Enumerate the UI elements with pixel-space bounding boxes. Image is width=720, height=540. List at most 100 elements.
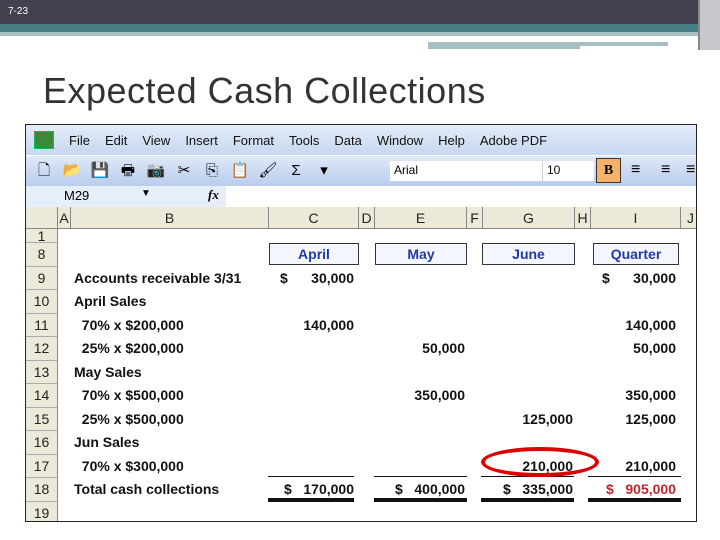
decor-bar [0,32,428,36]
menu-file[interactable]: File [69,133,90,148]
cell-april: 140,000 [303,316,354,333]
cell-april: $ 170,000 [283,481,354,497]
slide-title: Expected Cash Collections [43,70,486,111]
save-icon[interactable]: 💾 [90,162,110,180]
decor-edge [698,0,720,50]
cell-april: $ 30,000 [280,269,354,286]
cell-june: $ 335,000 [502,481,573,497]
column-header-h[interactable]: H [575,207,591,229]
row-label: 25% x $500,000 [74,410,184,427]
name-box[interactable]: M29 [26,186,226,207]
cell-quarter: 125,000 [625,410,676,427]
menu-edit[interactable]: Edit [105,133,127,148]
double-underline [588,498,681,502]
row-header[interactable]: 18 [26,478,58,502]
column-header-j[interactable]: J [681,207,696,229]
chevron-down-icon[interactable]: ▼ [141,188,151,199]
column-header-e[interactable]: E [375,207,467,229]
cell-may: $ 400,000 [394,481,465,497]
align-center-icon[interactable]: ≡ [661,161,670,179]
cell-quarter: 140,000 [625,316,676,333]
underline [268,476,354,477]
highlight-oval [481,447,599,477]
row-label: 70% x $300,000 [74,457,184,474]
chevron-down-icon[interactable]: ▾ [314,162,334,180]
row-header[interactable]: 12 [26,337,58,361]
cell-quarter: $ 905,000 [605,481,676,497]
menu-view[interactable]: View [142,133,170,148]
header-quarter: Quarter [593,243,679,265]
cell-quarter: 50,000 [633,340,676,356]
row-header[interactable]: 13 [26,360,58,384]
row-header[interactable]: 1 [26,229,58,243]
menu-adobe-pdf[interactable]: Adobe PDF [480,133,547,148]
new-icon[interactable]: 🗋 [34,162,54,180]
menu-window[interactable]: Window [377,133,423,148]
cell-june: 125,000 [522,410,573,427]
column-header-d[interactable]: D [359,207,375,229]
format-painter-icon[interactable]: 🖌 [258,162,278,180]
select-all[interactable] [26,207,58,229]
row-label: April Sales [74,293,147,309]
cut-icon[interactable]: ✂ [174,162,194,180]
row-header[interactable]: 11 [26,313,58,337]
menu-data[interactable]: Data [334,133,361,148]
paste-icon[interactable]: 📋 [230,162,250,180]
column-header-g[interactable]: G [483,207,575,229]
row-header[interactable]: 16 [26,431,58,455]
autosum-icon[interactable]: Σ [286,162,306,180]
row-header[interactable]: 8 [26,243,58,267]
underline [374,476,467,477]
decor-bar [0,24,720,32]
excel-screenshot: File Edit View Insert Format Tools Data … [25,124,697,522]
header-april: April [269,243,359,265]
cell-may: 50,000 [422,340,465,356]
column-header-b[interactable]: B [71,207,269,229]
slide-header-bar: 7-23 [0,0,720,24]
cell-quarter: 210,000 [625,457,676,474]
row-label: 70% x $200,000 [74,316,184,333]
bold-button[interactable]: B [596,158,621,183]
excel-icon [34,131,54,149]
row-label: Total cash collections [74,481,220,497]
row-header[interactable]: 17 [26,454,58,478]
menu-help[interactable]: Help [438,133,465,148]
row-label: 25% x $200,000 [74,340,184,356]
row-label: Accounts receivable 3/31 [74,269,242,286]
cell-quarter: $ 30,000 [602,269,676,286]
row-label: 70% x $500,000 [74,387,184,403]
column-header-a[interactable]: A [58,207,71,229]
cell-quarter: 350,000 [625,387,676,403]
header-may: May [375,243,467,265]
row-header[interactable]: 14 [26,384,58,408]
print-icon[interactable]: 🖶 [118,162,138,180]
column-header-c[interactable]: C [269,207,359,229]
slide-number: 7-23 [8,6,29,17]
menu-insert[interactable]: Insert [185,133,218,148]
decor-bar [428,32,698,36]
row-label: Jun Sales [74,434,140,450]
camera-icon[interactable]: 📷 [146,162,166,180]
decor-bar [428,46,580,49]
row-header[interactable]: 9 [26,266,58,290]
open-icon[interactable]: 📂 [62,162,82,180]
fx-icon[interactable]: fx [208,187,219,203]
formula-bar: M29 ▼ fx [26,186,696,207]
column-header-i[interactable]: I [591,207,681,229]
align-left-icon[interactable]: ≡ [631,161,640,179]
column-header-f[interactable]: F [467,207,483,229]
copy-icon[interactable]: ⎘ [202,162,222,180]
row-header[interactable]: 19 [26,501,58,521]
menu-tools[interactable]: Tools [289,133,319,148]
row-header[interactable]: 15 [26,407,58,431]
font-size-select[interactable]: 10 [542,161,592,181]
double-underline [481,498,574,502]
double-underline [374,498,467,502]
double-underline [268,498,354,502]
align-right-icon[interactable]: ≡ [686,161,695,179]
row-label: May Sales [74,363,142,380]
row-header[interactable]: 10 [26,290,58,314]
header-june: June [482,243,575,265]
cell-may: 350,000 [414,387,465,403]
menu-format[interactable]: Format [233,133,274,148]
